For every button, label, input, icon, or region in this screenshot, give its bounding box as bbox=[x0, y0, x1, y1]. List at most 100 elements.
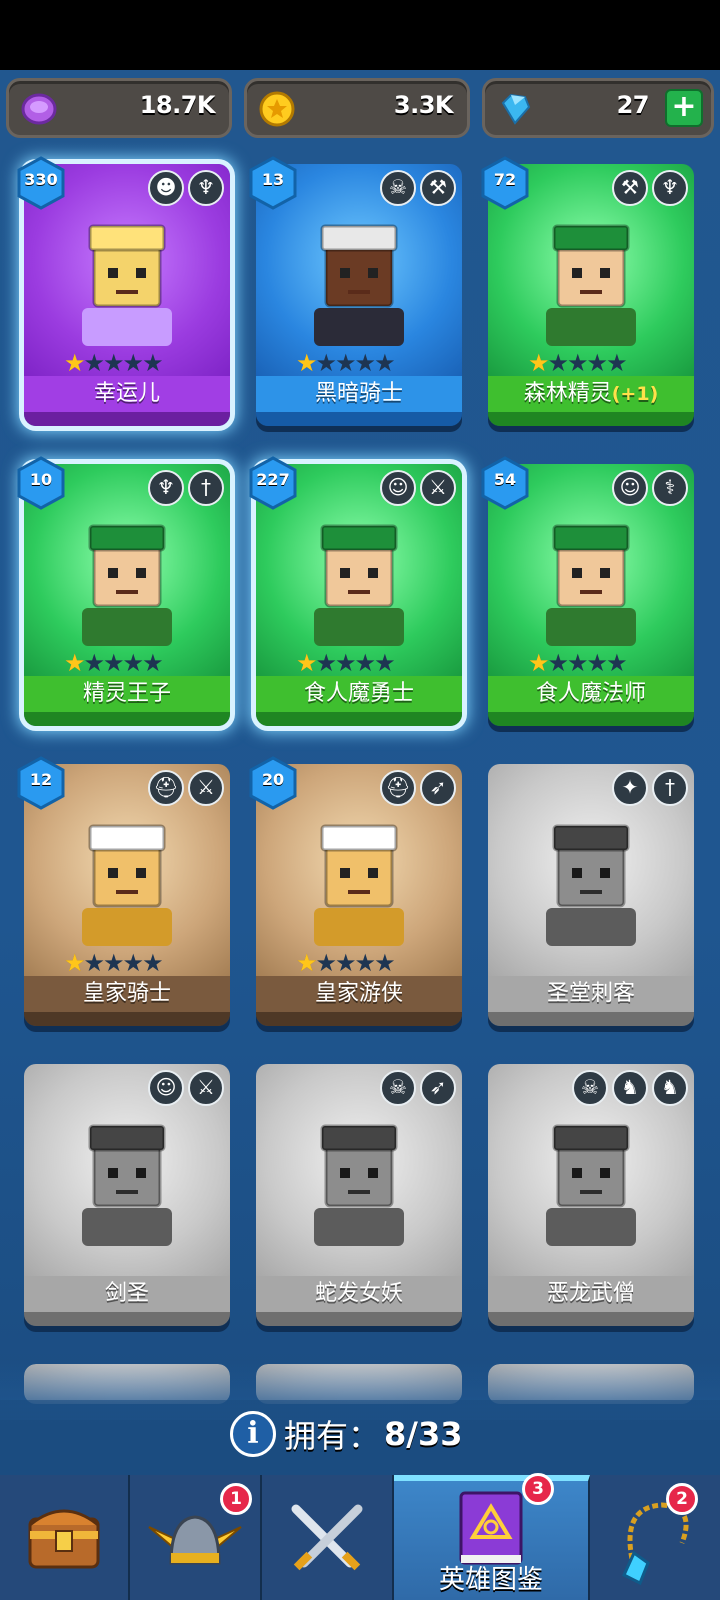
level-value: 13 bbox=[261, 170, 285, 189]
tab-heroes[interactable]: 1 bbox=[130, 1475, 262, 1600]
card-footer bbox=[24, 712, 230, 726]
hero-name-text: 皇家游侠 bbox=[314, 981, 403, 1006]
star-icon: ★ bbox=[103, 949, 124, 977]
level-badge: 54 bbox=[480, 456, 530, 510]
staff-icon: ⚕ bbox=[652, 470, 688, 506]
hero-figure-icon bbox=[546, 824, 636, 946]
hero-card[interactable]: ☠ ♞ ♞ 恶龙武僧 bbox=[488, 1064, 694, 1326]
hero-card[interactable]: 330 ☻ ♆ ★★★★★ 幸运儿 bbox=[17, 156, 230, 426]
hero-name-text: 精灵王子 bbox=[82, 681, 171, 706]
star-icon: ★ bbox=[64, 949, 85, 977]
star-icon: ★ bbox=[122, 349, 144, 377]
hero-name-text: 皇家骑士 bbox=[82, 981, 171, 1006]
level-badge: 330 bbox=[16, 156, 66, 210]
orc-face-icon: ☺ bbox=[612, 470, 648, 506]
hammer-icon: ⚒ bbox=[420, 170, 456, 206]
star-icon: ★ bbox=[354, 649, 376, 677]
star-icon: ★ bbox=[296, 349, 317, 377]
jester-face-icon: ☻ bbox=[148, 170, 184, 206]
hero-name-text: 恶龙武僧 bbox=[546, 1281, 635, 1306]
star-icon: ★ bbox=[122, 949, 144, 977]
star-icon: ★ bbox=[296, 949, 317, 977]
skull-icon: ☠ bbox=[380, 1070, 416, 1106]
sword-icon: ⚔ bbox=[420, 470, 456, 506]
tab-items[interactable]: 2 bbox=[590, 1475, 720, 1600]
bow-icon: ➶ bbox=[420, 1070, 456, 1106]
star-icon: ★ bbox=[528, 349, 549, 377]
add-diamonds-button[interactable]: + bbox=[665, 89, 703, 127]
star-icon: ★ bbox=[567, 649, 588, 677]
diamond-value: 27 bbox=[616, 91, 650, 119]
level-value: 227 bbox=[256, 470, 290, 489]
star-rating: ★★★★★ bbox=[528, 349, 628, 377]
star-rating: ★★★★★ bbox=[296, 949, 396, 977]
codex-badge: 3 bbox=[522, 1473, 554, 1505]
hero-card[interactable]: 72 ⚒ ♆ ★★★★★ 森林精灵(+1) bbox=[481, 156, 694, 426]
card-footer bbox=[24, 1312, 230, 1326]
star-icon: ★ bbox=[567, 349, 588, 377]
orc-face-icon: ☺ bbox=[380, 470, 416, 506]
star-rating: ★★★★★ bbox=[296, 349, 396, 377]
card-footer bbox=[24, 412, 230, 426]
hero-card[interactable]: 20 ⛑ ➶ ★★★★★ 皇家游侠 bbox=[249, 756, 462, 1026]
star-icon: ★ bbox=[528, 649, 549, 677]
hero-card[interactable]: ✦ † 圣堂刺客 bbox=[488, 764, 694, 1026]
tab-codex[interactable]: 3 英雄图鉴 bbox=[394, 1473, 590, 1600]
elf-face-icon: ♆ bbox=[188, 170, 224, 206]
card-footer bbox=[488, 1312, 694, 1326]
hero-card[interactable]: 12 ⛑ ⚔ ★★★★★ 皇家骑士 bbox=[17, 756, 230, 1026]
hero-name: 剑圣 bbox=[24, 1276, 230, 1312]
level-value: 12 bbox=[29, 770, 53, 789]
treasure-chest-icon bbox=[28, 1509, 100, 1569]
hero-figure-icon bbox=[82, 824, 172, 946]
hero-name-text: 蛇发女妖 bbox=[314, 1281, 403, 1306]
hero-card[interactable]: 227 ☺ ⚔ ★★★★★ 食人魔勇士 bbox=[249, 456, 462, 726]
level-badge: 13 bbox=[248, 156, 298, 210]
hero-bonus: (+1) bbox=[611, 383, 659, 405]
elf-face-icon: ♆ bbox=[652, 170, 688, 206]
info-icon[interactable]: i bbox=[230, 1411, 276, 1457]
hero-card[interactable]: 13 ☠ ⚒ ★★★★★ 黑暗骑士 bbox=[249, 156, 462, 426]
hero-name: 恶龙武僧 bbox=[488, 1276, 694, 1312]
hero-figure-icon bbox=[82, 1124, 172, 1246]
level-value: 20 bbox=[261, 770, 285, 789]
star-icon: ★ bbox=[374, 649, 395, 677]
purple-gem-value: 18.7K bbox=[139, 91, 216, 119]
orc-face-icon: ☺ bbox=[148, 1070, 184, 1106]
hero-name: 森林精灵(+1) bbox=[488, 376, 694, 412]
dragon-icon: ♞ bbox=[612, 1070, 648, 1106]
star-icon: ★ bbox=[335, 649, 356, 677]
diamond-icon bbox=[501, 93, 531, 125]
coin-counter[interactable]: 3.3K bbox=[244, 78, 470, 138]
helmet-icon: ⛑ bbox=[380, 770, 416, 806]
hero-figure-icon bbox=[546, 1124, 636, 1246]
dragon-icon: ♞ bbox=[652, 1070, 688, 1106]
hero-card[interactable]: ☺ ⚔ 剑圣 bbox=[24, 1064, 230, 1326]
hero-name-text: 幸运儿 bbox=[93, 381, 160, 406]
dagger-icon: † bbox=[188, 470, 224, 506]
coin-value: 3.3K bbox=[393, 91, 454, 119]
spellbook-icon bbox=[459, 1491, 523, 1565]
hero-card[interactable]: 10 ♆ † ★★★★★ 精灵王子 bbox=[17, 456, 230, 726]
hero-name: 圣堂刺客 bbox=[488, 976, 694, 1012]
hero-name: 食人魔法师 bbox=[488, 676, 694, 712]
tab-battle[interactable] bbox=[262, 1475, 394, 1600]
diamond-counter[interactable]: 27 + bbox=[482, 78, 714, 138]
hero-figure-icon bbox=[82, 524, 172, 646]
purple-gem-counter[interactable]: 18.7K bbox=[6, 78, 232, 138]
hero-figure-icon bbox=[546, 524, 636, 646]
tab-chest[interactable] bbox=[0, 1475, 130, 1600]
star-icon: ★ bbox=[83, 649, 105, 677]
star-rating: ★★★★★ bbox=[528, 649, 628, 677]
hero-name: 食人魔勇士 bbox=[256, 676, 462, 712]
hero-figure-icon bbox=[314, 524, 404, 646]
level-badge: 72 bbox=[480, 156, 530, 210]
sword-icon: ⚔ bbox=[188, 770, 224, 806]
purple-gem-icon bbox=[21, 93, 57, 125]
hero-card[interactable]: 54 ☺ ⚕ ★★★★★ 食人魔法师 bbox=[481, 456, 694, 726]
star-icon: ★ bbox=[547, 349, 569, 377]
hero-card[interactable]: ☠ ➶ 蛇发女妖 bbox=[256, 1064, 462, 1326]
level-badge: 10 bbox=[16, 456, 66, 510]
star-icon: ★ bbox=[354, 949, 376, 977]
star-icon: ★ bbox=[83, 349, 105, 377]
